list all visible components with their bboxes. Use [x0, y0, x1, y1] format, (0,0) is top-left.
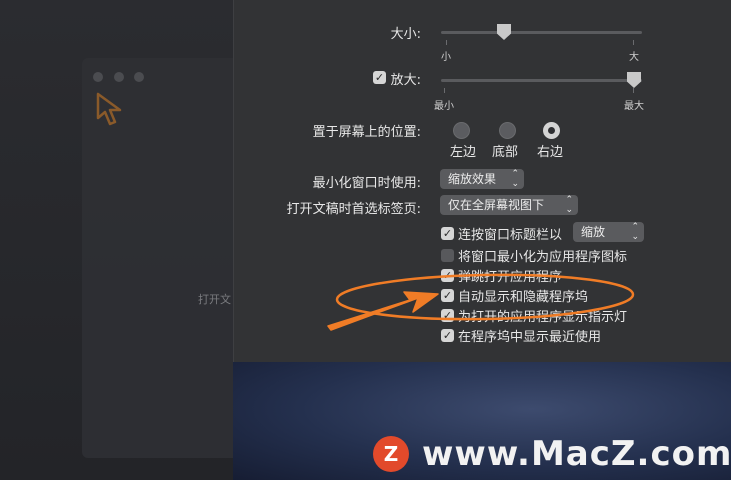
annotation-arrow — [327, 291, 439, 331]
annotation-ellipse — [335, 273, 635, 321]
annotation-overlay — [327, 273, 635, 331]
